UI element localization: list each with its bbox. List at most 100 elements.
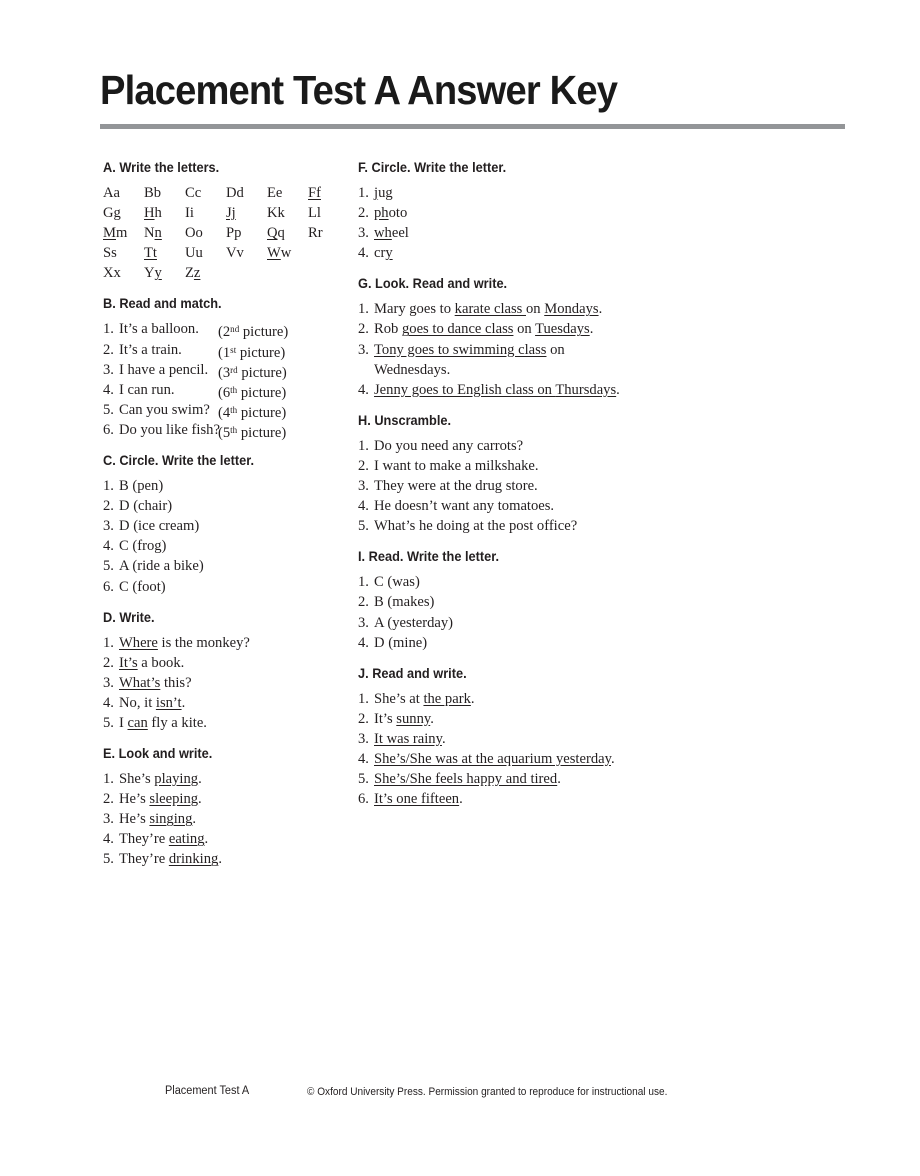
item-number: 3. bbox=[358, 225, 369, 242]
item-number: 4. bbox=[358, 750, 369, 767]
item-text: She’s/She was at the aquarium yesterday. bbox=[374, 750, 615, 767]
item-text: Jenny goes to English class on Thursdays… bbox=[374, 381, 620, 398]
alphabet-cell: Ff bbox=[308, 183, 349, 203]
item-number: 5. bbox=[103, 851, 114, 868]
alphabet-cell: Kk bbox=[267, 205, 285, 222]
answer-item: 6. It’s one fifteen. bbox=[358, 789, 620, 809]
answer-item: 2. It’s a book. bbox=[103, 653, 348, 673]
answer-item: 3. It was rainy. bbox=[358, 729, 620, 749]
alphabet-cell: Uu bbox=[185, 245, 203, 262]
answer-underline: can bbox=[127, 714, 148, 731]
section-g-heading: G. Look. Read and write. bbox=[358, 276, 508, 292]
section-c: C. Circle. Write the letter. 1. B (pen) 2.… bbox=[103, 453, 348, 597]
answer-underline: y bbox=[385, 245, 393, 262]
alphabet-grid: Aa Bb Cc Dd Ee Ff Gg Hh Ii Jj Kk Ll Mm Nn Oo Pp Qq Rr Ss Tt… bbox=[103, 183, 348, 283]
item-number: 1. bbox=[103, 478, 114, 495]
item-number: 4. bbox=[358, 381, 369, 398]
alphabet-cell: Yy bbox=[144, 265, 162, 282]
item-text: It’s sunny. bbox=[374, 710, 434, 727]
section-i-heading: I. Read. Write the letter. bbox=[358, 549, 500, 565]
section-b-heading: B. Read and match. bbox=[103, 296, 222, 312]
item-number: 2. bbox=[358, 457, 369, 474]
alphabet-cell: Nn bbox=[144, 225, 162, 242]
answer-item: 3. Tony goes to swimming class on Wednesd… bbox=[358, 340, 620, 380]
answer-item: 4. Jenny goes to English class on Thursda… bbox=[358, 380, 620, 400]
item-number: 2. bbox=[358, 205, 369, 222]
alphabet-cell: Ss bbox=[103, 245, 117, 262]
answer-underline: sunny bbox=[396, 710, 431, 727]
answer-underline: Ff bbox=[308, 185, 321, 201]
answer-item: 5. I can fly a kite. bbox=[103, 713, 348, 733]
item-number: 1. bbox=[103, 634, 114, 651]
item-text: What’s he doing at the post office? bbox=[374, 518, 578, 535]
item-number: 2. bbox=[358, 710, 369, 727]
answer-underline: goes to dance class bbox=[401, 321, 514, 338]
section-g: G. Look. Read and write. 1. Mary goes to … bbox=[358, 276, 620, 399]
ordinal-suffix: th bbox=[230, 384, 238, 395]
alphabet-cell: Ll bbox=[308, 205, 321, 222]
item-number: 3. bbox=[103, 518, 114, 535]
answer-item: 1. Mary goes to karate class on Mondays. bbox=[358, 299, 620, 319]
item-text: D (chair) bbox=[119, 498, 173, 515]
item-text: It’s a balloon. bbox=[119, 321, 199, 338]
item-text: Rob goes to dance class on Tuesdays. bbox=[374, 321, 594, 338]
item-text: He doesn’t want any tomatoes. bbox=[374, 498, 555, 515]
item-number: 4. bbox=[358, 245, 369, 262]
answer-underline: Thursdays bbox=[555, 381, 617, 398]
answer-underline: ph bbox=[374, 205, 389, 222]
item-number: 2. bbox=[103, 498, 114, 515]
section-i: I. Read. Write the letter. 1. C (was) 2. B … bbox=[358, 549, 620, 652]
alphabet-cell: Ee bbox=[267, 185, 283, 201]
alphabet-cell: Rr bbox=[308, 225, 323, 242]
answer-underline: sleeping bbox=[149, 791, 199, 808]
section-e: E. Look and write. 1. She’s playing. 2. He’… bbox=[103, 746, 348, 869]
item-number: 1. bbox=[103, 771, 114, 788]
answer-item: 2. photo bbox=[358, 203, 620, 223]
alphabet-cell: Xx bbox=[103, 265, 121, 282]
footer-copyright: © Oxford University Press. Permission gr… bbox=[307, 1086, 668, 1098]
item-text: She’s/She feels happy and tired. bbox=[374, 771, 561, 788]
alphabet-cell: Qq bbox=[267, 225, 285, 242]
item-text: C (frog) bbox=[119, 538, 167, 555]
answer-underline: Q bbox=[267, 225, 278, 242]
alphabet-cell bbox=[308, 243, 349, 263]
item-text: photo bbox=[374, 205, 408, 222]
item-text: She’s at the park. bbox=[374, 690, 475, 707]
item-number: 1. bbox=[358, 690, 369, 707]
answer-underline: drinking bbox=[168, 851, 219, 868]
section-f-items: 1. jug 2. photo 3. wheel 4. cry bbox=[358, 183, 620, 263]
item-number: 6. bbox=[103, 421, 114, 438]
item-text: Tony goes to swimming class on Wednesday… bbox=[374, 341, 565, 378]
item-number: 3. bbox=[103, 674, 114, 691]
item-number: 4. bbox=[103, 538, 114, 555]
alphabet-cell: Vv bbox=[226, 245, 244, 262]
answer-key-page: Placement Test A Answer Key A. Write the… bbox=[0, 0, 920, 1176]
item-number: 3. bbox=[103, 811, 114, 828]
item-number: 3. bbox=[103, 361, 114, 378]
section-b-items: 1. It’s a balloon. (2nd picture) 2. It’s a t… bbox=[103, 319, 348, 440]
section-a: A. Write the letters. Aa Bb Cc Dd Ee Ff Gg Hh Ii… bbox=[103, 160, 348, 283]
alphabet-cell: Jj bbox=[226, 203, 267, 223]
section-j-heading: J. Read and write. bbox=[358, 665, 467, 681]
alphabet-cell: Tt bbox=[144, 243, 185, 263]
item-number: 4. bbox=[103, 381, 114, 398]
right-column: F. Circle. Write the letter. 1. jug 2. phot… bbox=[358, 160, 620, 809]
answer-underline: Tuesdays bbox=[535, 321, 590, 338]
answer-underline: Tt bbox=[144, 245, 157, 262]
section-h-heading: H. Unscramble. bbox=[358, 412, 452, 428]
section-h: H. Unscramble. 1. Do you need any carrots… bbox=[358, 413, 620, 536]
ordinal-suffix: th bbox=[230, 424, 238, 435]
answer-item: 2. It’s a train. (1st picture) bbox=[103, 340, 348, 361]
answer-underline: It’s bbox=[119, 654, 138, 671]
section-f: F. Circle. Write the letter. 1. jug 2. phot… bbox=[358, 160, 620, 263]
section-d-heading: D. Write. bbox=[103, 609, 155, 625]
item-text: It was rainy. bbox=[374, 730, 446, 747]
answer-item: 2. B (makes) bbox=[358, 592, 620, 612]
answer-item: 5. What’s he doing at the post office? bbox=[358, 516, 620, 536]
answer-item: 4. He doesn’t want any tomatoes. bbox=[358, 496, 620, 516]
answer-item: 6. Do you like fish? (5th picture) bbox=[103, 420, 348, 441]
answer-item: 4. D (mine) bbox=[358, 633, 620, 653]
answer-underline: Jenny goes to English class on bbox=[374, 381, 556, 398]
answer-underline: isn’t bbox=[155, 694, 182, 711]
item-text: D (ice cream) bbox=[119, 518, 200, 535]
